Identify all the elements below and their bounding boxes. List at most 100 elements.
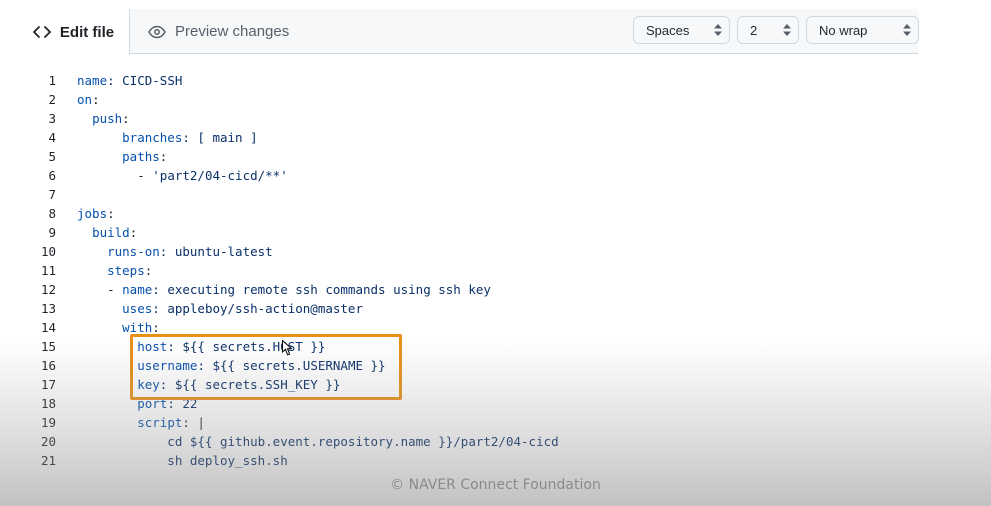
code-line[interactable]: 12 - name: executing remote ssh commands…: [18, 280, 918, 299]
yaml-key: uses: [122, 301, 153, 316]
code-line[interactable]: 13 uses: appleboy/ssh-action@master: [18, 299, 918, 318]
line-number: 5: [48, 149, 56, 164]
yaml-key: name: [77, 73, 108, 88]
line-number: 1: [48, 73, 56, 88]
code-token: : ${{ secrets.SSH_KEY }}: [159, 377, 341, 392]
yaml-key: script: [137, 415, 183, 430]
code-token: :: [144, 263, 153, 278]
yaml-key: name: [122, 282, 153, 297]
code-text: sh deploy_ssh.sh: [56, 451, 287, 470]
code-text: steps:: [56, 261, 152, 280]
line-number: 11: [40, 263, 56, 278]
code-text: push:: [56, 109, 130, 128]
up-down-arrows-icon: [903, 24, 911, 36]
line-number: 9: [48, 225, 56, 240]
code-text: script: |: [56, 413, 205, 432]
code-line[interactable]: 16 username: ${{ secrets.USERNAME }}: [18, 356, 918, 375]
code-token: :: [129, 225, 138, 240]
code-token: : executing remote ssh commands using ss…: [152, 282, 491, 297]
code-line[interactable]: 7: [18, 185, 918, 204]
up-down-arrows-icon: [714, 24, 722, 36]
tab-preview-changes-label: Preview changes: [175, 23, 290, 40]
code-text: build:: [56, 223, 137, 242]
code-text: uses: appleboy/ssh-action@master: [56, 299, 363, 318]
code-line[interactable]: 18 port: 22: [18, 394, 918, 413]
code-text: runs-on: ubuntu-latest: [56, 242, 273, 261]
yaml-key: build: [92, 225, 130, 240]
code-token: : 22: [167, 396, 198, 411]
code-line[interactable]: 14 with:: [18, 318, 918, 337]
code-line[interactable]: 21 sh deploy_ssh.sh: [18, 451, 918, 470]
line-number: 4: [48, 130, 56, 145]
yaml-key: key: [137, 377, 160, 392]
yaml-key: host: [137, 339, 168, 354]
code-line[interactable]: 4 branches: [ main ]: [18, 128, 918, 147]
code-line[interactable]: 6 - 'part2/04-cicd/**': [18, 166, 918, 185]
code-token: : ubuntu-latest: [159, 244, 273, 259]
code-line[interactable]: 11 steps:: [18, 261, 918, 280]
mouse-cursor-icon: [282, 339, 293, 356]
code-text: paths:: [56, 147, 167, 166]
code-token: -: [77, 282, 123, 297]
line-number: 19: [40, 415, 56, 430]
indent-size-value: 2: [750, 22, 758, 38]
code-token: : ${{ secrets.USERNAME }}: [197, 358, 386, 373]
code-line[interactable]: 5 paths:: [18, 147, 918, 166]
yaml-key: port: [137, 396, 168, 411]
yaml-key: push: [92, 111, 123, 126]
indent-size-select[interactable]: 2: [737, 16, 799, 44]
code-text: jobs:: [56, 204, 115, 223]
code-text: branches: [ main ]: [56, 128, 257, 147]
line-number: 15: [40, 339, 56, 354]
line-number: 8: [48, 206, 56, 221]
watermark-text: © NAVER Connect Foundation: [390, 477, 601, 493]
code-token: : |: [182, 415, 205, 430]
yaml-key: username: [137, 358, 198, 373]
code-line[interactable]: 2 on:: [18, 90, 918, 109]
yaml-key: with: [122, 320, 153, 335]
code-text: - 'part2/04-cicd/**': [56, 166, 288, 185]
line-number: 14: [40, 320, 56, 335]
code-line[interactable]: 9 build:: [18, 223, 918, 242]
yaml-key: paths: [122, 149, 160, 164]
yaml-key: steps: [107, 263, 145, 278]
code-token: cd ${{ github.event.repository.name }}/p…: [77, 434, 559, 449]
line-number: 7: [48, 187, 56, 202]
code-line[interactable]: 10 runs-on: ubuntu-latest: [18, 242, 918, 261]
code-line[interactable]: 1 name: CICD-SSH: [18, 71, 918, 90]
wrap-mode-select[interactable]: No wrap: [806, 16, 919, 44]
code-text: on:: [56, 90, 100, 109]
code-token: :: [92, 92, 100, 107]
tab-preview-changes[interactable]: Preview changes: [148, 9, 289, 54]
code-line[interactable]: 20 cd ${{ github.event.repository.name }…: [18, 432, 918, 451]
code-line[interactable]: 8 jobs:: [18, 204, 918, 223]
tab-edit-file[interactable]: Edit file: [18, 9, 130, 55]
code-token: :: [159, 149, 168, 164]
code-text: key: ${{ secrets.SSH_KEY }}: [56, 375, 340, 394]
yaml-key: branches: [122, 130, 183, 145]
line-number: 3: [48, 111, 56, 126]
yaml-key: jobs: [77, 206, 108, 221]
line-number: 13: [40, 301, 56, 316]
yaml-key: on: [77, 92, 93, 107]
code-editor[interactable]: 1 name: CICD-SSH 2 on: 3 push: 4 branches: [ …: [18, 71, 918, 470]
code-token: : appleboy/ssh-action@master: [152, 301, 363, 316]
indent-mode-select[interactable]: Spaces: [633, 16, 730, 44]
line-number: 6: [48, 168, 56, 183]
editor-options: Spaces 2 No wrap: [633, 16, 919, 44]
up-down-arrows-icon: [783, 24, 791, 36]
line-number: 16: [40, 358, 56, 373]
code-line[interactable]: 19 script: |: [18, 413, 918, 432]
code-line[interactable]: 17 key: ${{ secrets.SSH_KEY }}: [18, 375, 918, 394]
code-line[interactable]: 15 host: ${{ secrets.HOST }}: [18, 337, 918, 356]
code-line[interactable]: 3 push:: [18, 109, 918, 128]
